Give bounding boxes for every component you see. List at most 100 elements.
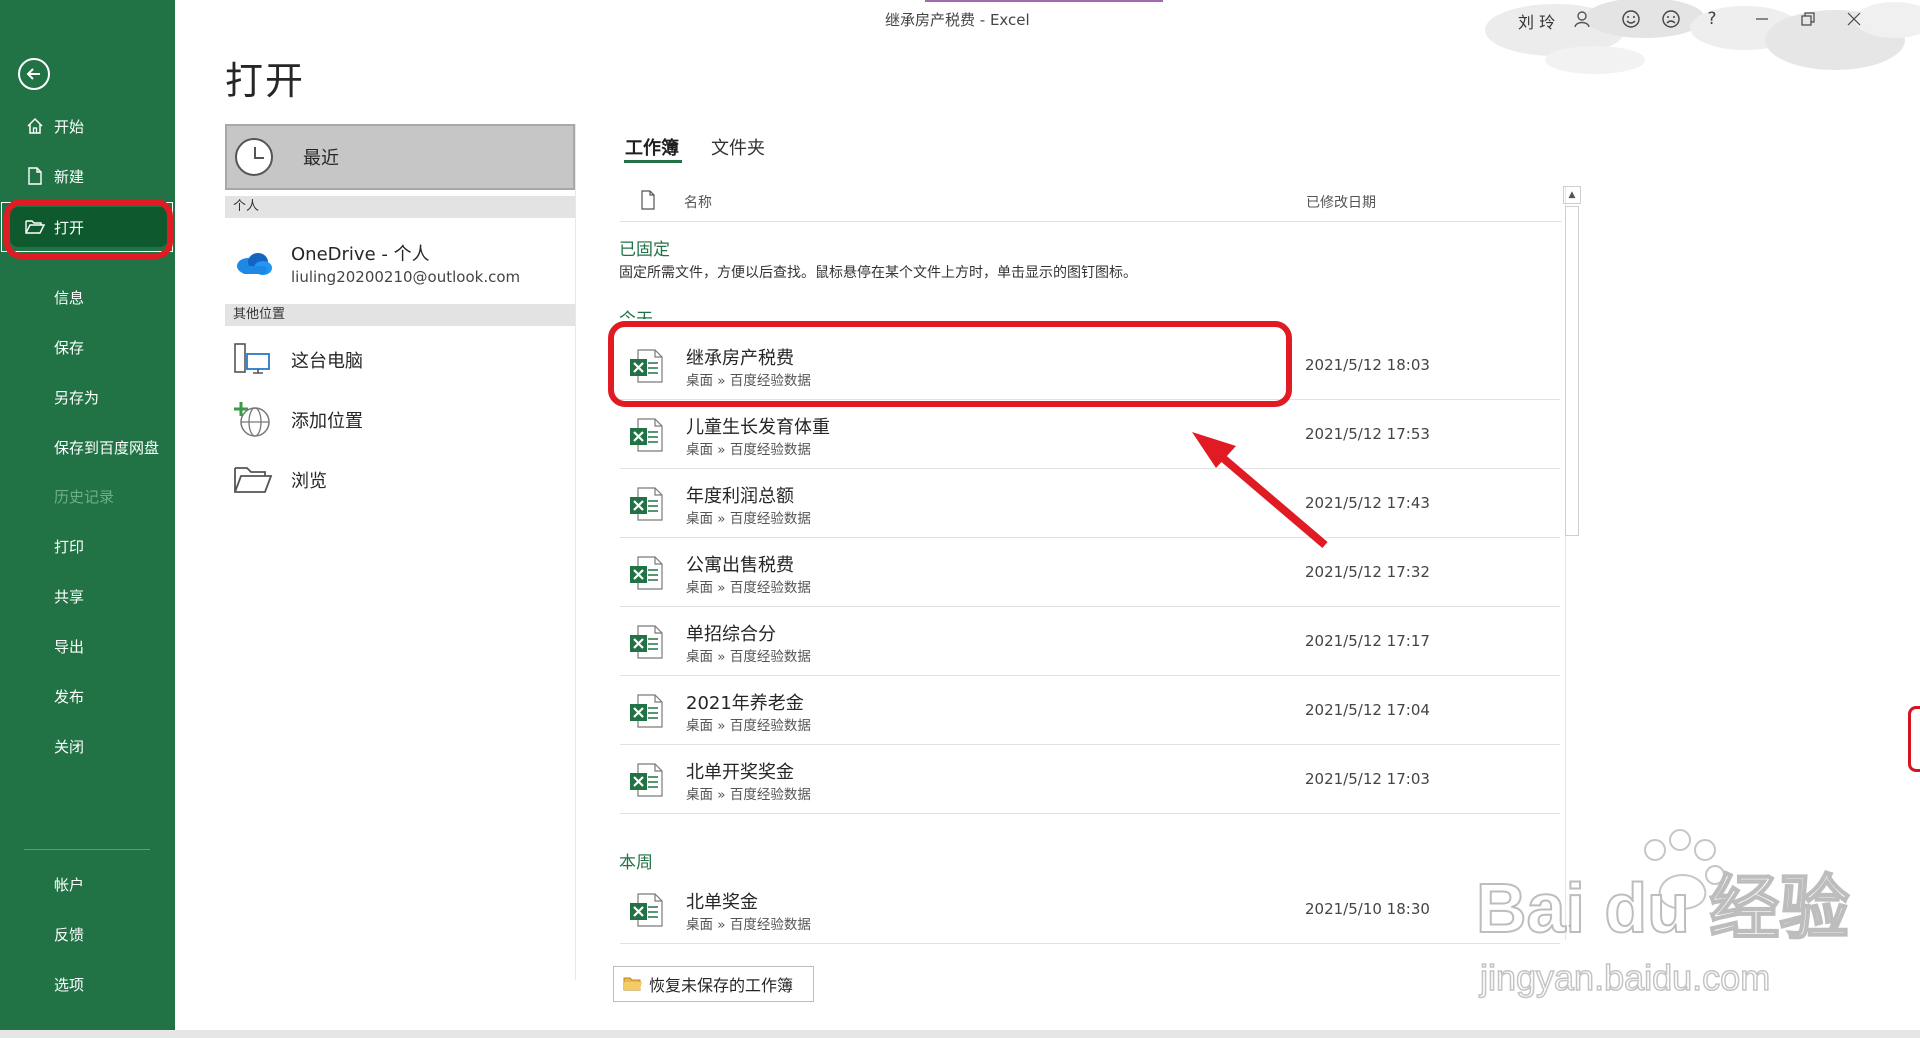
section-personal: 个人 [225,196,575,218]
nav-info[interactable]: 信息 [0,277,175,317]
file-row[interactable]: 继承房产税费 桌面 » 百度经验数据 2021/5/12 18:03 [620,331,1560,400]
location-recent-label: 最近 [303,148,339,169]
file-name: 儿童生长发育体重 [686,417,830,438]
computer-icon [231,338,275,382]
close-icon[interactable] [1841,6,1867,32]
file-row[interactable]: 2021年养老金桌面 » 百度经验数据 2021/5/12 17:04 [620,676,1560,745]
nav-publish[interactable]: 发布 [0,676,175,716]
tab-workbooks-underline [624,160,682,163]
file-path: 桌面 » 百度经验数据 [686,373,811,389]
add-place-globe-icon [231,398,275,442]
nav-feedback-label: 反馈 [54,925,85,944]
nav-save-to-baidu[interactable]: 保存到百度网盘 [0,427,175,467]
nav-save[interactable]: 保存 [0,327,175,367]
group-this-week: 本周 [619,853,653,873]
nav-print-label: 打印 [54,537,85,556]
nav-history-label: 历史记录 [54,487,115,506]
clock-icon [235,138,273,176]
file-modified-date: 2021/5/10 18:30 [1305,900,1430,918]
nav-new-label: 新建 [54,167,85,186]
file-row[interactable]: 北单奖金 桌面 » 百度经验数据 2021/5/10 18:30 [620,875,1560,944]
nav-options[interactable]: 选项 [0,964,175,1004]
column-modified-header[interactable]: 已修改日期 [1306,192,1376,212]
tab-workbooks[interactable]: 工作簿 [625,134,679,160]
file-name: 2021年养老金 [686,693,804,714]
group-today: 今天 [619,305,653,319]
file-row[interactable]: 公寓出售税费 桌面 » 百度经验数据 2021/5/12 17:32 [620,538,1560,607]
scroll-up-arrow-icon[interactable]: ▲ [1563,186,1581,204]
edge-annotation-mark [1908,706,1920,772]
page-title: 打开 [225,59,306,103]
file-row[interactable]: 年度利润总额 桌面 » 百度经验数据 2021/5/12 17:43 [620,469,1560,538]
user-account-icon[interactable] [1569,6,1595,32]
file-list-header: 名称 已修改日期 [620,186,1562,222]
help-icon[interactable]: ? [1699,6,1725,32]
onedrive-cloud-icon [231,241,275,285]
recover-unsaved-workbooks-button[interactable]: 恢复未保存的工作簿 [613,966,814,1002]
nav-home[interactable]: 开始 [0,106,175,146]
home-icon [24,117,46,135]
column-name-header[interactable]: 名称 [684,192,712,212]
file-modified-date: 2021/5/12 17:53 [1305,425,1430,443]
file-name: 北单奖金 [686,892,758,913]
nav-feedback[interactable]: 反馈 [0,914,175,954]
smile-feedback-icon[interactable] [1618,6,1644,32]
nav-close[interactable]: 关闭 [0,726,175,766]
nav-print[interactable]: 打印 [0,526,175,566]
excel-file-icon [630,487,663,521]
title-accent-line [925,0,1163,2]
file-path: 桌面 » 百度经验数据 [686,718,811,734]
minimize-icon[interactable] [1749,6,1775,32]
file-modified-date: 2021/5/12 17:04 [1305,701,1430,719]
nav-account[interactable]: 帐户 [0,864,175,904]
excel-file-icon [630,763,663,797]
watermark-url: jingyan.baidu.com [1479,957,1770,998]
pinned-description: 固定所需文件，方便以后查找。鼠标悬停在某个文件上方时，单击显示的图钉图标。 [619,265,1137,281]
location-add-place[interactable]: 添加位置 [225,392,575,448]
sidebar-divider [24,849,150,850]
file-name: 单招综合分 [686,624,776,645]
nav-share-label: 共享 [54,587,85,606]
file-path: 桌面 » 百度经验数据 [686,580,811,596]
tab-folders[interactable]: 文件夹 [711,134,765,160]
nav-export[interactable]: 导出 [0,626,175,666]
location-onedrive[interactable]: OneDrive - 个人 liuling20200210@outlook.co… [225,232,575,294]
title-bar: 继承房产税费 - Excel 刘 玲 ? [175,0,1920,74]
nav-save-to-baidu-label: 保存到百度网盘 [54,438,160,457]
bottom-status-strip [0,1030,1920,1038]
location-this-pc[interactable]: 这台电脑 [225,332,575,388]
file-list-scrollbar[interactable]: ▲ ▼ [1563,186,1581,940]
nav-new[interactable]: 新建 [0,156,175,196]
location-browse[interactable]: 浏览 [225,452,575,508]
nav-open-label: 打开 [54,218,85,237]
scrollbar-thumb[interactable] [1565,206,1579,536]
scroll-down-arrow-icon[interactable]: ▼ [1563,920,1581,938]
nav-save-as[interactable]: 另存为 [0,377,175,417]
file-modified-date: 2021/5/12 17:03 [1305,770,1430,788]
file-row[interactable]: 儿童生长发育体重 桌面 » 百度经验数据 2021/5/12 17:53 [620,400,1560,469]
excel-file-icon [630,418,663,452]
nav-open[interactable]: 打开 [10,207,168,247]
location-recent[interactable]: 最近 [225,124,575,190]
window-title: 继承房产税费 - Excel [885,11,1030,29]
file-modified-date: 2021/5/12 18:03 [1305,356,1430,374]
onedrive-title: OneDrive - 个人 [291,244,430,265]
excel-file-icon [630,625,663,659]
file-row[interactable]: 北单开奖奖金 桌面 » 百度经验数据 2021/5/12 17:03 [620,745,1560,814]
nav-save-as-label: 另存为 [54,388,100,407]
restore-icon[interactable] [1795,6,1821,32]
file-modified-date: 2021/5/12 17:17 [1305,632,1430,650]
file-name: 公寓出售税费 [686,555,794,576]
file-name: 年度利润总额 [686,486,794,507]
nav-save-label: 保存 [54,338,85,357]
nav-publish-label: 发布 [54,687,85,706]
nav-close-label: 关闭 [54,737,85,756]
recover-button-label: 恢复未保存的工作簿 [649,976,794,995]
frown-feedback-icon[interactable] [1658,6,1684,32]
file-row[interactable]: 单招综合分 桌面 » 百度经验数据 2021/5/12 17:17 [620,607,1560,676]
user-name[interactable]: 刘 玲 [1518,9,1555,33]
open-folder-icon [24,219,46,235]
back-arrow-icon[interactable] [18,58,50,90]
nav-share[interactable]: 共享 [0,576,175,616]
file-name: 北单开奖奖金 [686,762,794,783]
